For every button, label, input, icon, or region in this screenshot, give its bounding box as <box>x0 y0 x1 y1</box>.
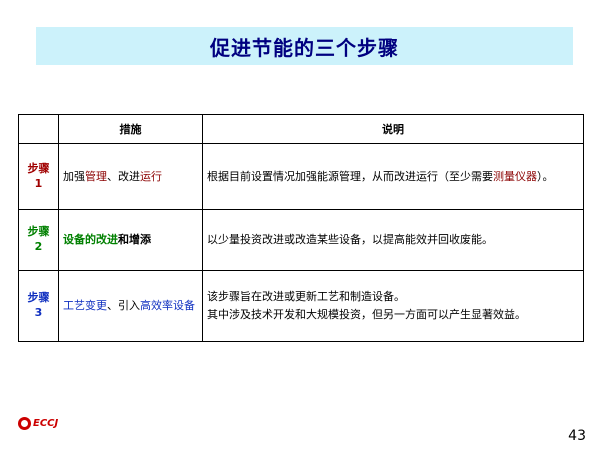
title-band: 促进节能的三个步骤 <box>36 27 573 65</box>
text-segment: ）。 <box>537 169 554 183</box>
measure-cell: 加强管理、改进运行 <box>58 143 203 210</box>
text-segment: 管理 <box>85 169 107 183</box>
text-segment: 设备的改进 <box>63 233 118 247</box>
text-segment: 以少量投资改进或改造某些设备，以提高能效并回收废能。 <box>207 233 493 247</box>
step-word: 步骤 <box>27 291 50 305</box>
eccj-logo: ECCJ <box>18 415 58 431</box>
text-segment: 和增添 <box>118 233 151 247</box>
table-header-row: 措施 说明 <box>18 114 584 144</box>
logo-text: ECCJ <box>33 417 59 429</box>
text-segment: 加强 <box>63 169 85 183</box>
text-segment: 运行 <box>140 169 162 183</box>
step-label: 步骤 2 <box>18 209 59 271</box>
measure-cell: 工艺变更、引入高效率设备 <box>58 270 203 342</box>
header-description: 说明 <box>202 114 584 144</box>
step-number: 2 <box>34 240 43 253</box>
table-row: 步骤 1 加强管理、改进运行 根据目前设置情况加强能源管理，从而改进运行（至少需… <box>18 143 584 210</box>
text-segment: 、引入 <box>107 299 140 313</box>
step-number: 3 <box>34 306 43 319</box>
step-number: 1 <box>34 176 43 190</box>
text-segment: 其中涉及技术开发和大规模投资，但另一方面可以产生显著效益。 <box>207 308 526 321</box>
step-word: 步骤 <box>27 225 50 239</box>
table-row: 步骤 2 设备的改进和增添 以少量投资改进或改造某些设备，以提高能效并回收废能。 <box>18 209 584 271</box>
header-step <box>18 114 59 144</box>
page-number: 43 <box>568 428 586 444</box>
step-word: 步骤 <box>27 161 50 175</box>
description-cell: 根据目前设置情况加强能源管理，从而改进运行（至少需要测量仪器）。 <box>202 143 584 210</box>
steps-table: 措施 说明 步骤 1 加强管理、改进运行 根据目前设置情况加强能源管理，从而改进… <box>18 114 584 342</box>
text-segment: 该步骤旨在改进或更新工艺和制造设备。 <box>207 290 405 304</box>
measure-cell: 设备的改进和增添 <box>58 209 203 271</box>
text-segment: 工艺变更 <box>63 299 107 313</box>
text-segment: 测量仪器 <box>493 169 537 183</box>
step-label: 步骤 1 <box>18 143 59 210</box>
slide-title: 促进节能的三个步骤 <box>210 35 399 60</box>
step-label: 步骤 3 <box>18 270 59 342</box>
text-segment: 高效率设备 <box>140 299 195 313</box>
text-segment: 、改进 <box>107 169 140 183</box>
header-measure: 措施 <box>58 114 203 144</box>
description-cell: 以少量投资改进或改造某些设备，以提高能效并回收废能。 <box>202 209 584 271</box>
eccj-logo-icon <box>18 416 31 430</box>
text-segment: 根据目前设置情况加强能源管理，从而改进运行（至少需要 <box>207 169 493 183</box>
description-cell: 该步骤旨在改进或更新工艺和制造设备。其中涉及技术开发和大规模投资，但另一方面可以… <box>202 270 584 342</box>
table-row: 步骤 3 工艺变更、引入高效率设备 该步骤旨在改进或更新工艺和制造设备。其中涉及… <box>18 270 584 342</box>
